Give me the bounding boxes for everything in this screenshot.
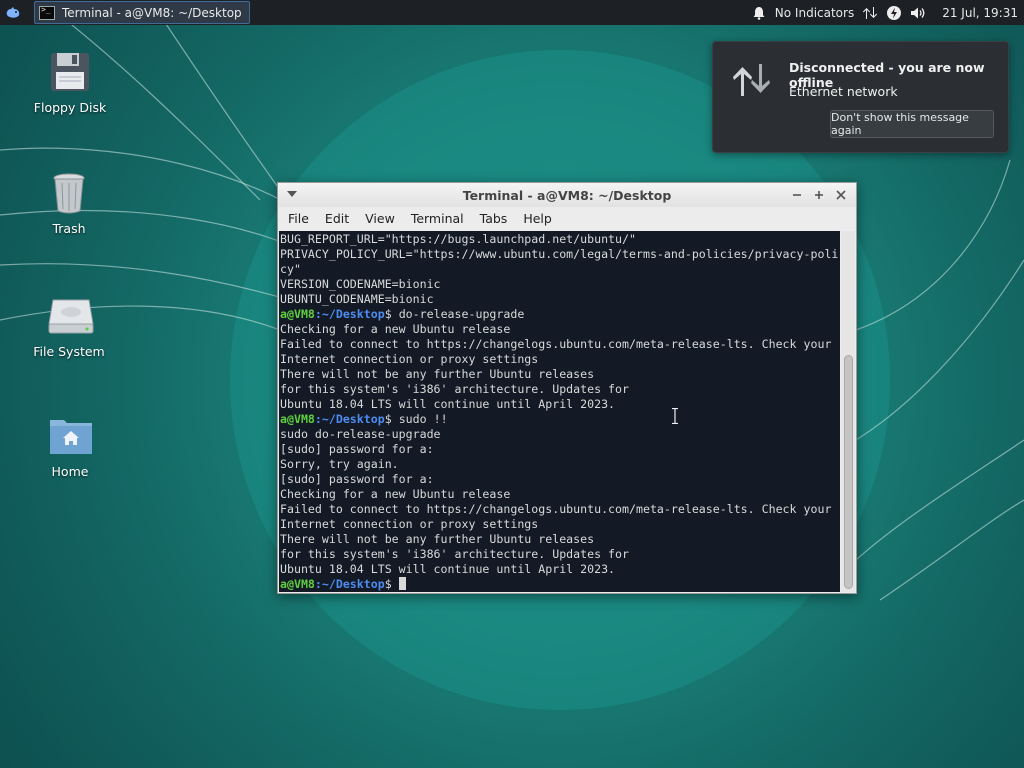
output-line: Checking for a new Ubuntu release (280, 487, 511, 501)
prompt-user: a@VM8 (280, 577, 315, 591)
terminal-output[interactable]: BUG_REPORT_URL="https://bugs.launchpad.n… (279, 231, 840, 592)
prompt-symbol: $ (384, 577, 399, 591)
menu-tabs[interactable]: Tabs (472, 211, 516, 226)
output-line: There will not be any further Ubuntu rel… (280, 367, 595, 381)
network-disconnected-icon (729, 58, 773, 102)
close-button[interactable] (832, 186, 850, 204)
menu-help[interactable]: Help (515, 211, 560, 226)
desktop-icon-label: Trash (52, 221, 86, 236)
window-title: Terminal - a@VM8: ~/Desktop (462, 188, 672, 203)
output-line: BUG_REPORT_URL="https://bugs.launchpad.n… (280, 232, 636, 246)
menu-terminal[interactable]: Terminal (403, 211, 472, 226)
command-text: do-release-upgrade (398, 307, 525, 321)
output-line: Ubuntu 18.04 LTS will continue until Apr… (280, 562, 616, 576)
prompt-path: :~/Desktop (314, 577, 385, 591)
prompt-path: :~/Desktop (314, 412, 385, 426)
output-line: cy" (280, 262, 301, 276)
dont-show-again-button[interactable]: Don't show this message again (830, 110, 994, 138)
terminal-icon (39, 5, 55, 20)
scrollbar-thumb[interactable] (844, 355, 853, 589)
prompt-symbol: $ (384, 307, 399, 321)
notification-body: Ethernet network (789, 84, 898, 99)
output-line: for this system's 'i386' architecture. U… (280, 382, 630, 396)
output-line: Internet connection or proxy settings (280, 517, 539, 531)
maximize-button[interactable] (810, 186, 828, 204)
menu-view[interactable]: View (357, 211, 403, 226)
applications-menu-button[interactable] (0, 0, 26, 25)
output-line: Checking for a new Ubuntu release (280, 322, 511, 336)
top-panel: Terminal - a@VM8: ~/Desktop No Indicator… (0, 0, 1024, 25)
menu-file[interactable]: File (288, 211, 317, 226)
output-line: Ubuntu 18.04 LTS will continue until Apr… (280, 397, 616, 411)
terminal-window: Terminal - a@VM8: ~/Desktop File Edit Vi… (277, 182, 857, 594)
drive-icon (47, 294, 94, 338)
taskbar-terminal-button[interactable]: Terminal - a@VM8: ~/Desktop (34, 1, 250, 24)
output-line: Failed to connect to https://changelogs.… (280, 502, 832, 516)
close-icon (836, 190, 846, 200)
minimize-icon (793, 194, 801, 196)
output-line: sudo do-release-upgrade (280, 427, 441, 441)
desktop-icon-floppy[interactable]: Floppy Disk (22, 50, 118, 115)
mouse-cursor-icon (672, 408, 678, 424)
command-text: sudo !! (398, 412, 448, 426)
indicators-label[interactable]: No Indicators (775, 6, 854, 20)
prompt-path: :~/Desktop (314, 307, 385, 321)
power-icon[interactable] (886, 5, 902, 21)
system-tray: No Indicators 21 Jul, 19:31 (751, 0, 1024, 25)
text-cursor (398, 577, 406, 590)
terminal-menubar: File Edit View Terminal Tabs Help (278, 207, 856, 230)
output-line: [sudo] password for a: (280, 472, 434, 486)
desktop-icon-home[interactable]: Home (22, 414, 118, 479)
desktop-icon-label: Floppy Disk (33, 100, 107, 115)
terminal-lines: BUG_REPORT_URL="https://bugs.launchpad.n… (279, 231, 840, 592)
menu-edit[interactable]: Edit (317, 211, 357, 226)
prompt-line: a@VM8:~/Desktop$ sudo !! (280, 412, 840, 427)
output-line: Internet connection or proxy settings (280, 352, 539, 366)
desktop-icon-filesystem[interactable]: File System (21, 294, 117, 359)
output-line: PRIVACY_POLICY_URL="https://www.ubuntu.c… (280, 247, 839, 261)
window-titlebar[interactable]: Terminal - a@VM8: ~/Desktop (278, 183, 856, 207)
clock[interactable]: 21 Jul, 19:31 (942, 6, 1018, 20)
prompt-line: a@VM8:~/Desktop$ do-release-upgrade (280, 307, 840, 322)
desktop-icon-label: File System (33, 344, 105, 359)
xfce-mouse-icon (6, 6, 20, 18)
prompt-user: a@VM8 (280, 412, 315, 426)
taskbar-terminal-label: Terminal - a@VM8: ~/Desktop (62, 5, 242, 20)
network-notification: Disconnected - you are now offline Ether… (712, 41, 1009, 153)
prompt-symbol: $ (384, 412, 399, 426)
desktop-icon-label: Home (51, 464, 89, 479)
output-line: UBUNTU_CODENAME=bionic (280, 292, 434, 306)
home-folder-icon (48, 414, 92, 458)
output-line: There will not be any further Ubuntu rel… (280, 532, 595, 546)
network-disconnected-icon[interactable] (862, 5, 878, 21)
maximize-icon (815, 191, 823, 199)
terminal-scrollbar[interactable] (841, 231, 855, 592)
floppy-icon (48, 50, 92, 94)
volume-icon[interactable] (910, 5, 926, 21)
bell-icon[interactable] (751, 5, 767, 21)
minimize-button[interactable] (788, 186, 806, 204)
trash-icon (47, 171, 91, 215)
output-line: Sorry, try again. (280, 457, 399, 471)
prompt-user: a@VM8 (280, 307, 315, 321)
prompt-line: a@VM8:~/Desktop$ (280, 577, 840, 592)
output-line: Failed to connect to https://changelogs.… (280, 337, 832, 351)
output-line: for this system's 'i386' architecture. U… (280, 547, 630, 561)
output-line: VERSION_CODENAME=bionic (280, 277, 441, 291)
output-line: [sudo] password for a: (280, 442, 434, 456)
desktop-icon-trash[interactable]: Trash (21, 171, 117, 236)
